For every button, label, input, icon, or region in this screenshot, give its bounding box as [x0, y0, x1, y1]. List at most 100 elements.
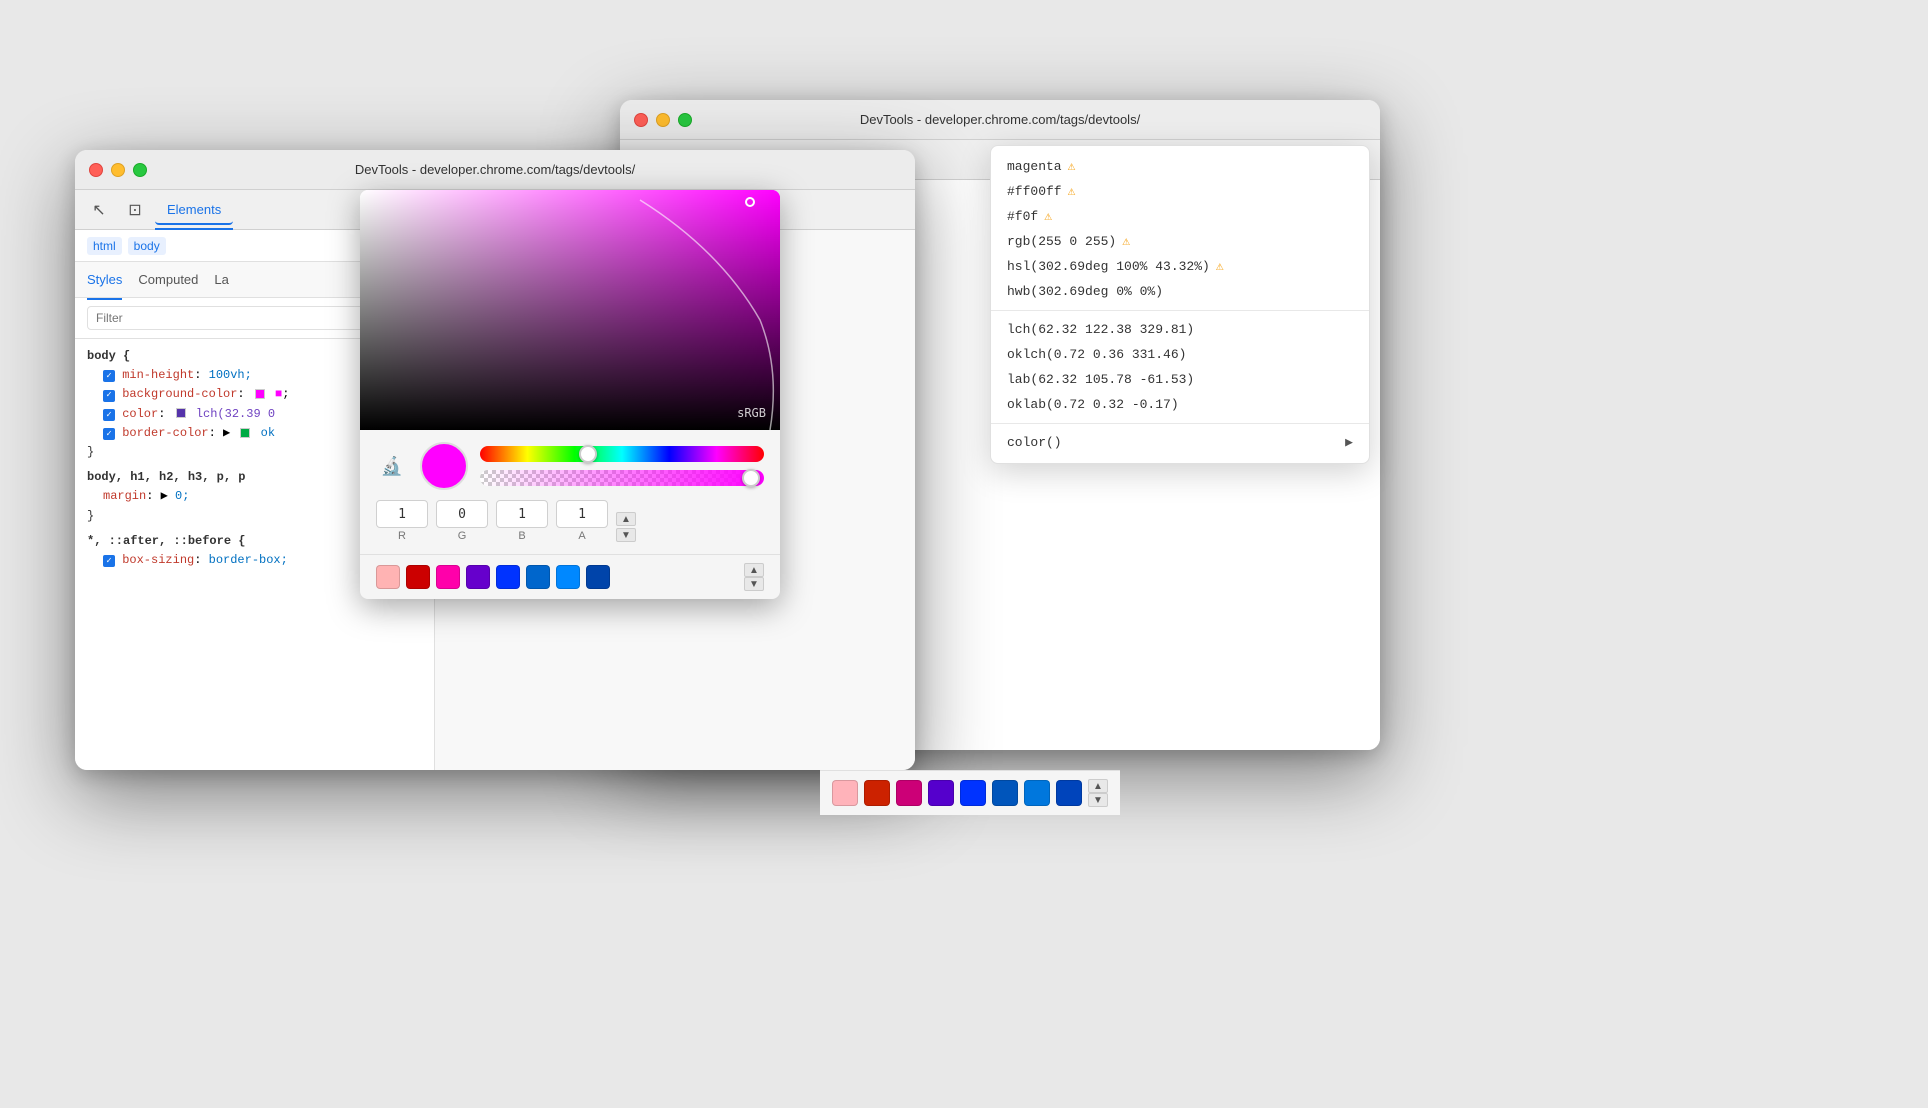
- rgba-step-up[interactable]: ▲: [616, 512, 636, 526]
- srgb-label: sRGB: [737, 406, 766, 420]
- cb-min-height[interactable]: ✓: [103, 370, 115, 382]
- swatch-picker-5[interactable]: [496, 565, 520, 589]
- rgba-input-b[interactable]: [496, 500, 548, 528]
- color-gradient-area[interactable]: sRGB: [360, 190, 780, 430]
- dropdown-label-hsl: hsl(302.69deg 100% 43.32%): [1007, 259, 1210, 274]
- swatches-down[interactable]: ▼: [744, 577, 764, 591]
- close-button-back[interactable]: [634, 113, 648, 127]
- warn-icon-hsl: ⚠: [1216, 259, 1224, 274]
- hue-slider[interactable]: [480, 446, 764, 462]
- swatch-picker-1[interactable]: [376, 565, 400, 589]
- alpha-thumb: [742, 469, 760, 487]
- dropdown-item-oklch[interactable]: oklch(0.72 0.36 331.46): [991, 342, 1369, 367]
- cb-bg-color[interactable]: ✓: [103, 390, 115, 402]
- cursor-icon-front[interactable]: ↖: [83, 194, 115, 226]
- dropdown-item-magenta[interactable]: magenta ⚠: [991, 154, 1369, 179]
- eyedropper-button[interactable]: 🔬: [376, 450, 408, 482]
- back-swatches-stepper[interactable]: ▲ ▼: [1088, 779, 1108, 807]
- rgba-field-g: G: [436, 500, 488, 542]
- back-swatch-5[interactable]: [960, 780, 986, 806]
- dropdown-label-rgb: rgb(255 0 255): [1007, 234, 1116, 249]
- rgba-input-g[interactable]: [436, 500, 488, 528]
- rgba-label-r: R: [398, 530, 406, 542]
- warn-icon-f0f: ⚠: [1044, 209, 1052, 224]
- color-swatch-small: [176, 408, 186, 418]
- traffic-lights-back: [634, 113, 692, 127]
- back-swatch-7[interactable]: [1024, 780, 1050, 806]
- close-button-front[interactable]: [89, 163, 103, 177]
- back-swatch-1[interactable]: [832, 780, 858, 806]
- dropdown-divider-1: [991, 310, 1369, 311]
- breadcrumb-body[interactable]: body: [128, 237, 166, 255]
- swatch-picker-7[interactable]: [556, 565, 580, 589]
- swatch-picker-3[interactable]: [436, 565, 460, 589]
- minimize-button-back[interactable]: [656, 113, 670, 127]
- tab-styles[interactable]: Styles: [87, 266, 122, 293]
- dropdown-item-oklab[interactable]: oklab(0.72 0.32 -0.17): [991, 392, 1369, 417]
- rgba-field-r: R: [376, 500, 428, 542]
- border-color-swatch: [240, 428, 250, 438]
- dropdown-item-hwb[interactable]: hwb(302.69deg 0% 0%): [991, 279, 1369, 304]
- cb-border-color[interactable]: ✓: [103, 428, 115, 440]
- dropdown-item-lab[interactable]: lab(62.32 105.78 -61.53): [991, 367, 1369, 392]
- back-swatch-2[interactable]: [864, 780, 890, 806]
- inspector-icon-front[interactable]: ⊡: [119, 194, 151, 226]
- tab-computed[interactable]: Computed: [138, 266, 198, 293]
- tab-layout[interactable]: La: [214, 266, 228, 293]
- back-swatch-step-down[interactable]: ▼: [1088, 793, 1108, 807]
- swatches-up[interactable]: ▲: [744, 563, 764, 577]
- swatches-stepper-picker[interactable]: ▲ ▼: [744, 563, 764, 591]
- dropdown-item-lch[interactable]: lch(62.32 122.38 329.81): [991, 317, 1369, 342]
- window-title-front: DevTools - developer.chrome.com/tags/dev…: [355, 162, 635, 177]
- rgba-step-down[interactable]: ▼: [616, 528, 636, 542]
- color-arrow-icon: ▶: [1345, 435, 1353, 450]
- warn-icon-ff00ff: ⚠: [1068, 184, 1076, 199]
- rgba-input-a[interactable]: [556, 500, 608, 528]
- dropdown-label-lch: lch(62.32 122.38 329.81): [1007, 322, 1194, 337]
- tab-elements-front[interactable]: Elements: [155, 196, 233, 225]
- color-swatches-row: ▲ ▼: [360, 554, 780, 599]
- warn-icon-magenta: ⚠: [1068, 159, 1076, 174]
- dropdown-item-rgb[interactable]: rgb(255 0 255) ⚠: [991, 229, 1369, 254]
- dropdown-label-oklch: oklch(0.72 0.36 331.46): [1007, 347, 1186, 362]
- gradient-cursor: [745, 197, 755, 207]
- maximize-button-back[interactable]: [678, 113, 692, 127]
- dropdown-label-magenta: magenta: [1007, 159, 1062, 174]
- color-picker-popup: sRGB 🔬 R: [360, 190, 780, 599]
- breadcrumb-html[interactable]: html: [87, 237, 122, 255]
- color-picker-controls: 🔬 R G: [360, 430, 780, 554]
- rgba-stepper[interactable]: ▲ ▼: [616, 512, 636, 542]
- dropdown-label-f0f: #f0f: [1007, 209, 1038, 224]
- dropdown-label-hwb: hwb(302.69deg 0% 0%): [1007, 284, 1163, 299]
- rgba-field-a: A: [556, 500, 608, 542]
- dropdown-divider-2: [991, 423, 1369, 424]
- gradient-dark: [360, 190, 780, 430]
- back-swatch-8[interactable]: [1056, 780, 1082, 806]
- dropdown-item-hsl[interactable]: hsl(302.69deg 100% 43.32%) ⚠: [991, 254, 1369, 279]
- dropdown-item-ff00ff[interactable]: #ff00ff ⚠: [991, 179, 1369, 204]
- css-selector-universal: *, ::after, ::before {: [87, 534, 245, 548]
- back-swatch-6[interactable]: [992, 780, 1018, 806]
- swatch-picker-4[interactable]: [466, 565, 490, 589]
- titlebar-back: DevTools - developer.chrome.com/tags/dev…: [620, 100, 1380, 140]
- window-title-back: DevTools - developer.chrome.com/tags/dev…: [860, 112, 1140, 127]
- titlebar-front: DevTools - developer.chrome.com/tags/dev…: [75, 150, 915, 190]
- minimize-button-front[interactable]: [111, 163, 125, 177]
- dropdown-item-color[interactable]: color() ▶: [991, 430, 1369, 455]
- color-dropdown-panel: magenta ⚠ #ff00ff ⚠ #f0f ⚠ rgb(255 0 255…: [990, 145, 1370, 464]
- color-swatch-circle: [420, 442, 468, 490]
- hue-thumb: [579, 445, 597, 463]
- back-swatch-3[interactable]: [896, 780, 922, 806]
- traffic-lights-front: [89, 163, 147, 177]
- swatch-picker-6[interactable]: [526, 565, 550, 589]
- back-swatch-step-up[interactable]: ▲: [1088, 779, 1108, 793]
- maximize-button-front[interactable]: [133, 163, 147, 177]
- swatch-picker-2[interactable]: [406, 565, 430, 589]
- dropdown-item-f0f[interactable]: #f0f ⚠: [991, 204, 1369, 229]
- alpha-slider[interactable]: [480, 470, 764, 486]
- rgba-input-r[interactable]: [376, 500, 428, 528]
- cb-box-sizing[interactable]: ✓: [103, 555, 115, 567]
- swatch-picker-8[interactable]: [586, 565, 610, 589]
- back-swatch-4[interactable]: [928, 780, 954, 806]
- cb-color[interactable]: ✓: [103, 409, 115, 421]
